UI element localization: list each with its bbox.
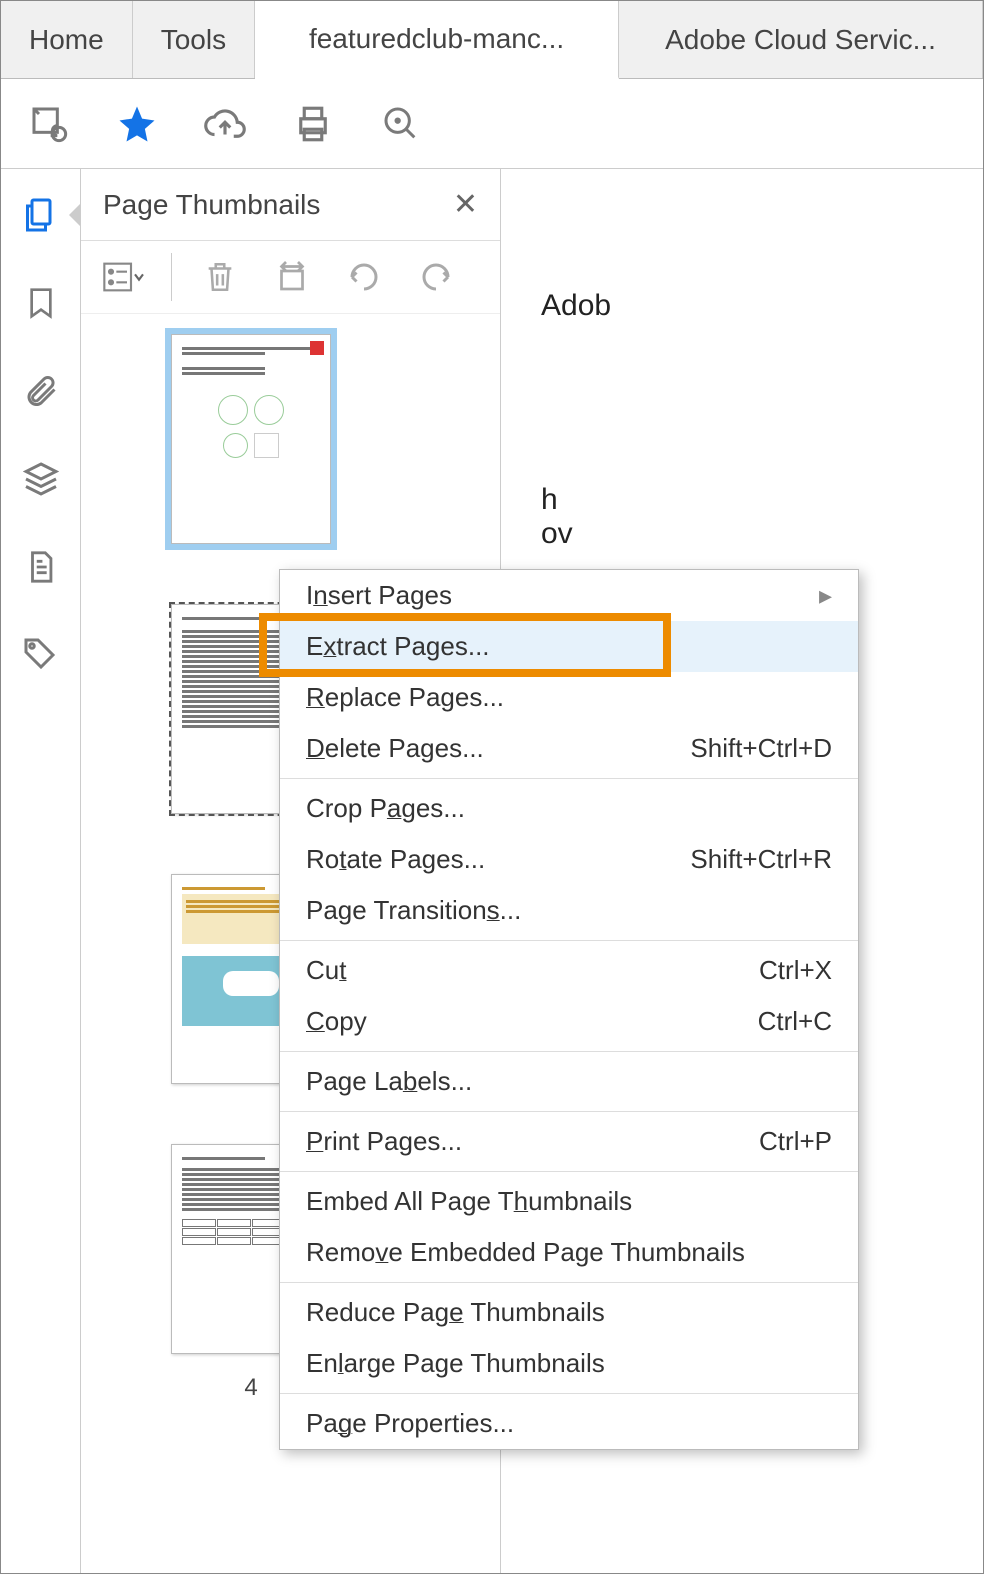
submenu-arrow-icon: ▸ bbox=[819, 580, 832, 611]
menu-page-properties[interactable]: Page Properties... bbox=[280, 1398, 858, 1449]
menu-separator bbox=[280, 1051, 858, 1052]
main-toolbar bbox=[1, 79, 983, 169]
attachment-tab-icon[interactable] bbox=[19, 369, 63, 413]
menu-enlarge-thumbnails[interactable]: Enlarge Page Thumbnails bbox=[280, 1338, 858, 1389]
layers-tab-icon[interactable] bbox=[19, 457, 63, 501]
shortcut: Shift+Ctrl+D bbox=[690, 733, 832, 764]
menu-separator bbox=[280, 940, 858, 941]
shortcut: Ctrl+P bbox=[759, 1126, 832, 1157]
menu-insert-pages[interactable]: Insert Pages ▸ bbox=[280, 570, 858, 621]
menu-remove-embedded-thumbnails[interactable]: Remove Embedded Page Thumbnails bbox=[280, 1227, 858, 1278]
tag-tab-icon[interactable] bbox=[19, 633, 63, 677]
menu-separator bbox=[280, 1111, 858, 1112]
tab-document-1[interactable]: featuredclub-manc... bbox=[255, 1, 619, 79]
context-menu: Insert Pages ▸ Extract Pages... Replace … bbox=[279, 569, 859, 1450]
menu-embed-thumbnails[interactable]: Embed All Page Thumbnails bbox=[280, 1176, 858, 1227]
doc-text-1: Adob bbox=[541, 289, 983, 323]
close-panel-icon[interactable]: ✕ bbox=[453, 187, 478, 222]
menu-cut[interactable]: Cut Ctrl+X bbox=[280, 945, 858, 996]
redo-icon[interactable] bbox=[412, 253, 460, 301]
menu-rotate-pages[interactable]: Rotate Pages... Shift+Ctrl+R bbox=[280, 834, 858, 885]
shortcut: Shift+Ctrl+R bbox=[690, 844, 832, 875]
options-dropdown-icon[interactable] bbox=[99, 253, 147, 301]
rotate-page-icon[interactable] bbox=[268, 253, 316, 301]
search-icon[interactable] bbox=[377, 100, 425, 148]
separator bbox=[171, 253, 172, 301]
thumbnails-tab-icon[interactable] bbox=[19, 193, 63, 237]
tab-home[interactable]: Home bbox=[1, 1, 133, 78]
panel-toolbar bbox=[81, 241, 500, 314]
panel-title: Page Thumbnails bbox=[103, 189, 320, 221]
menu-print-pages[interactable]: Print Pages... Ctrl+P bbox=[280, 1116, 858, 1167]
save-cloud-icon[interactable] bbox=[25, 100, 73, 148]
tab-bar: Home Tools featuredclub-manc... Adobe Cl… bbox=[1, 1, 983, 79]
menu-page-transitions[interactable]: Page Transitions... bbox=[280, 885, 858, 936]
menu-reduce-thumbnails[interactable]: Reduce Page Thumbnails bbox=[280, 1287, 858, 1338]
tab-tools[interactable]: Tools bbox=[133, 1, 255, 78]
menu-separator bbox=[280, 1282, 858, 1283]
shortcut: Ctrl+X bbox=[759, 955, 832, 986]
bookmark-tab-icon[interactable] bbox=[19, 281, 63, 325]
tab-document-2[interactable]: Adobe Cloud Servic... bbox=[619, 1, 983, 78]
upload-cloud-icon[interactable] bbox=[201, 100, 249, 148]
menu-extract-pages[interactable]: Extract Pages... bbox=[280, 621, 858, 672]
page-thumbnail-1[interactable] bbox=[171, 334, 331, 544]
doc-text-2a: h bbox=[541, 483, 983, 517]
doc-text-2b: ov bbox=[541, 517, 983, 551]
menu-crop-pages[interactable]: Crop Pages... bbox=[280, 783, 858, 834]
delete-page-icon[interactable] bbox=[196, 253, 244, 301]
menu-delete-pages[interactable]: Delete Pages... Shift+Ctrl+D bbox=[280, 723, 858, 774]
menu-replace-pages[interactable]: Replace Pages... bbox=[280, 672, 858, 723]
menu-page-labels[interactable]: Page Labels... bbox=[280, 1056, 858, 1107]
page-tab-icon[interactable] bbox=[19, 545, 63, 589]
print-icon[interactable] bbox=[289, 100, 337, 148]
left-nav-rail bbox=[1, 169, 81, 1573]
menu-separator bbox=[280, 778, 858, 779]
shortcut: Ctrl+C bbox=[758, 1006, 832, 1037]
menu-separator bbox=[280, 1393, 858, 1394]
menu-separator bbox=[280, 1171, 858, 1172]
panel-header: Page Thumbnails ✕ bbox=[81, 169, 500, 241]
star-icon[interactable] bbox=[113, 100, 161, 148]
menu-copy[interactable]: Copy Ctrl+C bbox=[280, 996, 858, 1047]
undo-icon[interactable] bbox=[340, 253, 388, 301]
